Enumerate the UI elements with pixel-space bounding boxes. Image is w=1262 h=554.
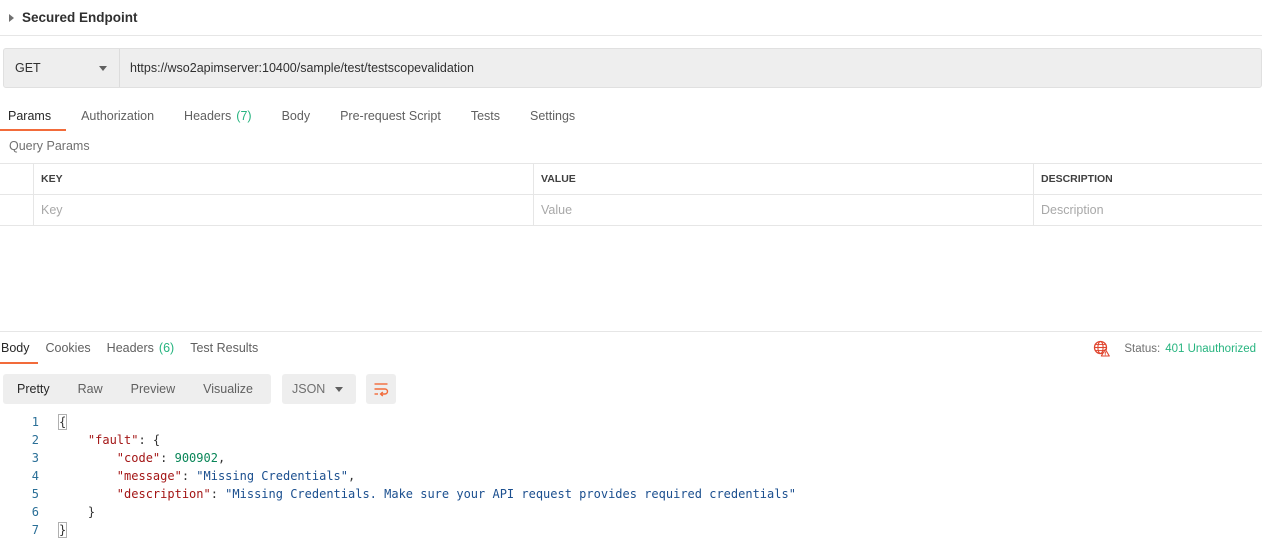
tab-pre-request-script[interactable]: Pre-request Script [325,100,456,131]
tab-params[interactable]: Params [0,100,67,131]
request-tabs: Params Authorization Headers (7) Body Pre… [0,100,590,131]
status-label: Status: [1124,342,1161,355]
code-line: 4 "message": "Missing Credentials", [0,467,1262,485]
json-key: "fault" [87,433,139,447]
request-name: Secured Endpoint [22,10,138,25]
checkbox-column-header [0,164,34,194]
status-value[interactable]: 401 Unauthorized [1165,343,1256,355]
caret-right-icon[interactable] [9,13,14,22]
json-string: "Missing Credentials. Make sure your API… [225,487,796,501]
url-input[interactable]: https://wso2apimserver:10400/sample/test… [120,49,1261,87]
line-number: 7 [31,523,39,537]
view-visualize-button[interactable]: Visualize [189,374,267,404]
column-header-description: DESCRIPTION [1041,173,1113,185]
tab-authorization[interactable]: Authorization [66,100,169,131]
view-mode-segmented-control: Pretty Raw Preview Visualize [3,374,271,404]
table-header-row: KEY VALUE DESCRIPTION [0,164,1262,195]
response-body-editor[interactable]: 1 { 2 "fault": { 3 "code": 900902, 4 "me… [0,413,1262,539]
response-tab-cookies[interactable]: Cookies [38,332,99,364]
headers-count: (7) [236,108,252,123]
brace-close-outer: } [57,522,68,538]
response-status: Status: 401 Unauthorized [1093,332,1256,365]
method-select[interactable]: GET [4,49,120,87]
brace-close-inner: } [87,505,96,519]
response-view-toolbar: Pretty Raw Preview Visualize JSON [3,374,396,404]
json-key: "message" [116,469,182,483]
tab-body[interactable]: Body [267,100,326,131]
code-line: 7 } [0,521,1262,539]
response-tab-headers[interactable]: Headers (6) [99,332,183,364]
column-header-key: KEY [34,164,534,194]
description-input[interactable]: Description [1034,195,1262,225]
view-raw-button[interactable]: Raw [64,374,117,404]
view-preview-button[interactable]: Preview [117,374,189,404]
line-number: 5 [31,487,39,501]
format-label: JSON [292,382,326,396]
value-input[interactable]: Value [534,195,1034,225]
url-bar: GET https://wso2apimserver:10400/sample/… [3,48,1262,88]
json-string: "Missing Credentials" [196,469,348,483]
brace-open: { [57,414,68,430]
response-tab-test-results[interactable]: Test Results [182,332,266,364]
tab-tests[interactable]: Tests [456,100,515,131]
method-label: GET [15,61,41,75]
code-line: 5 "description": "Missing Credentials. M… [0,485,1262,503]
code-line: 2 "fault": { [0,431,1262,449]
json-number: 900902 [174,451,218,465]
code-line: 6 } [0,503,1262,521]
key-input[interactable]: Key [34,195,534,225]
line-number: 1 [31,415,39,429]
query-params-table: KEY VALUE DESCRIPTION Key Value Descript… [0,163,1262,226]
query-params-label: Query Params [9,139,90,153]
table-row: Key Value Description [0,195,1262,226]
line-number: 6 [31,505,39,519]
chevron-down-icon [99,65,107,71]
json-key: "description" [116,487,211,501]
column-header-value: VALUE [534,164,1034,194]
line-number: 2 [31,433,39,447]
tab-headers[interactable]: Headers (7) [169,100,267,131]
row-checkbox-cell [0,195,34,225]
format-select[interactable]: JSON [282,374,356,404]
tab-settings[interactable]: Settings [515,100,590,131]
code-line: 1 { [0,413,1262,431]
request-title-bar[interactable]: Secured Endpoint [0,0,1262,36]
chevron-down-icon [335,386,343,392]
response-tab-body[interactable]: Body [0,332,38,364]
response-headers-count: (6) [158,341,175,355]
view-pretty-button[interactable]: Pretty [3,374,64,404]
globe-error-icon[interactable] [1093,340,1111,357]
response-tabs: Body Cookies Headers (6) Test Results Sta… [0,331,1262,364]
line-number: 4 [31,469,39,483]
line-number: 3 [31,451,39,465]
code-line: 3 "code": 900902, [0,449,1262,467]
json-key: "code" [116,451,161,465]
wrap-lines-button[interactable] [366,374,396,404]
wrap-lines-icon [374,383,389,397]
